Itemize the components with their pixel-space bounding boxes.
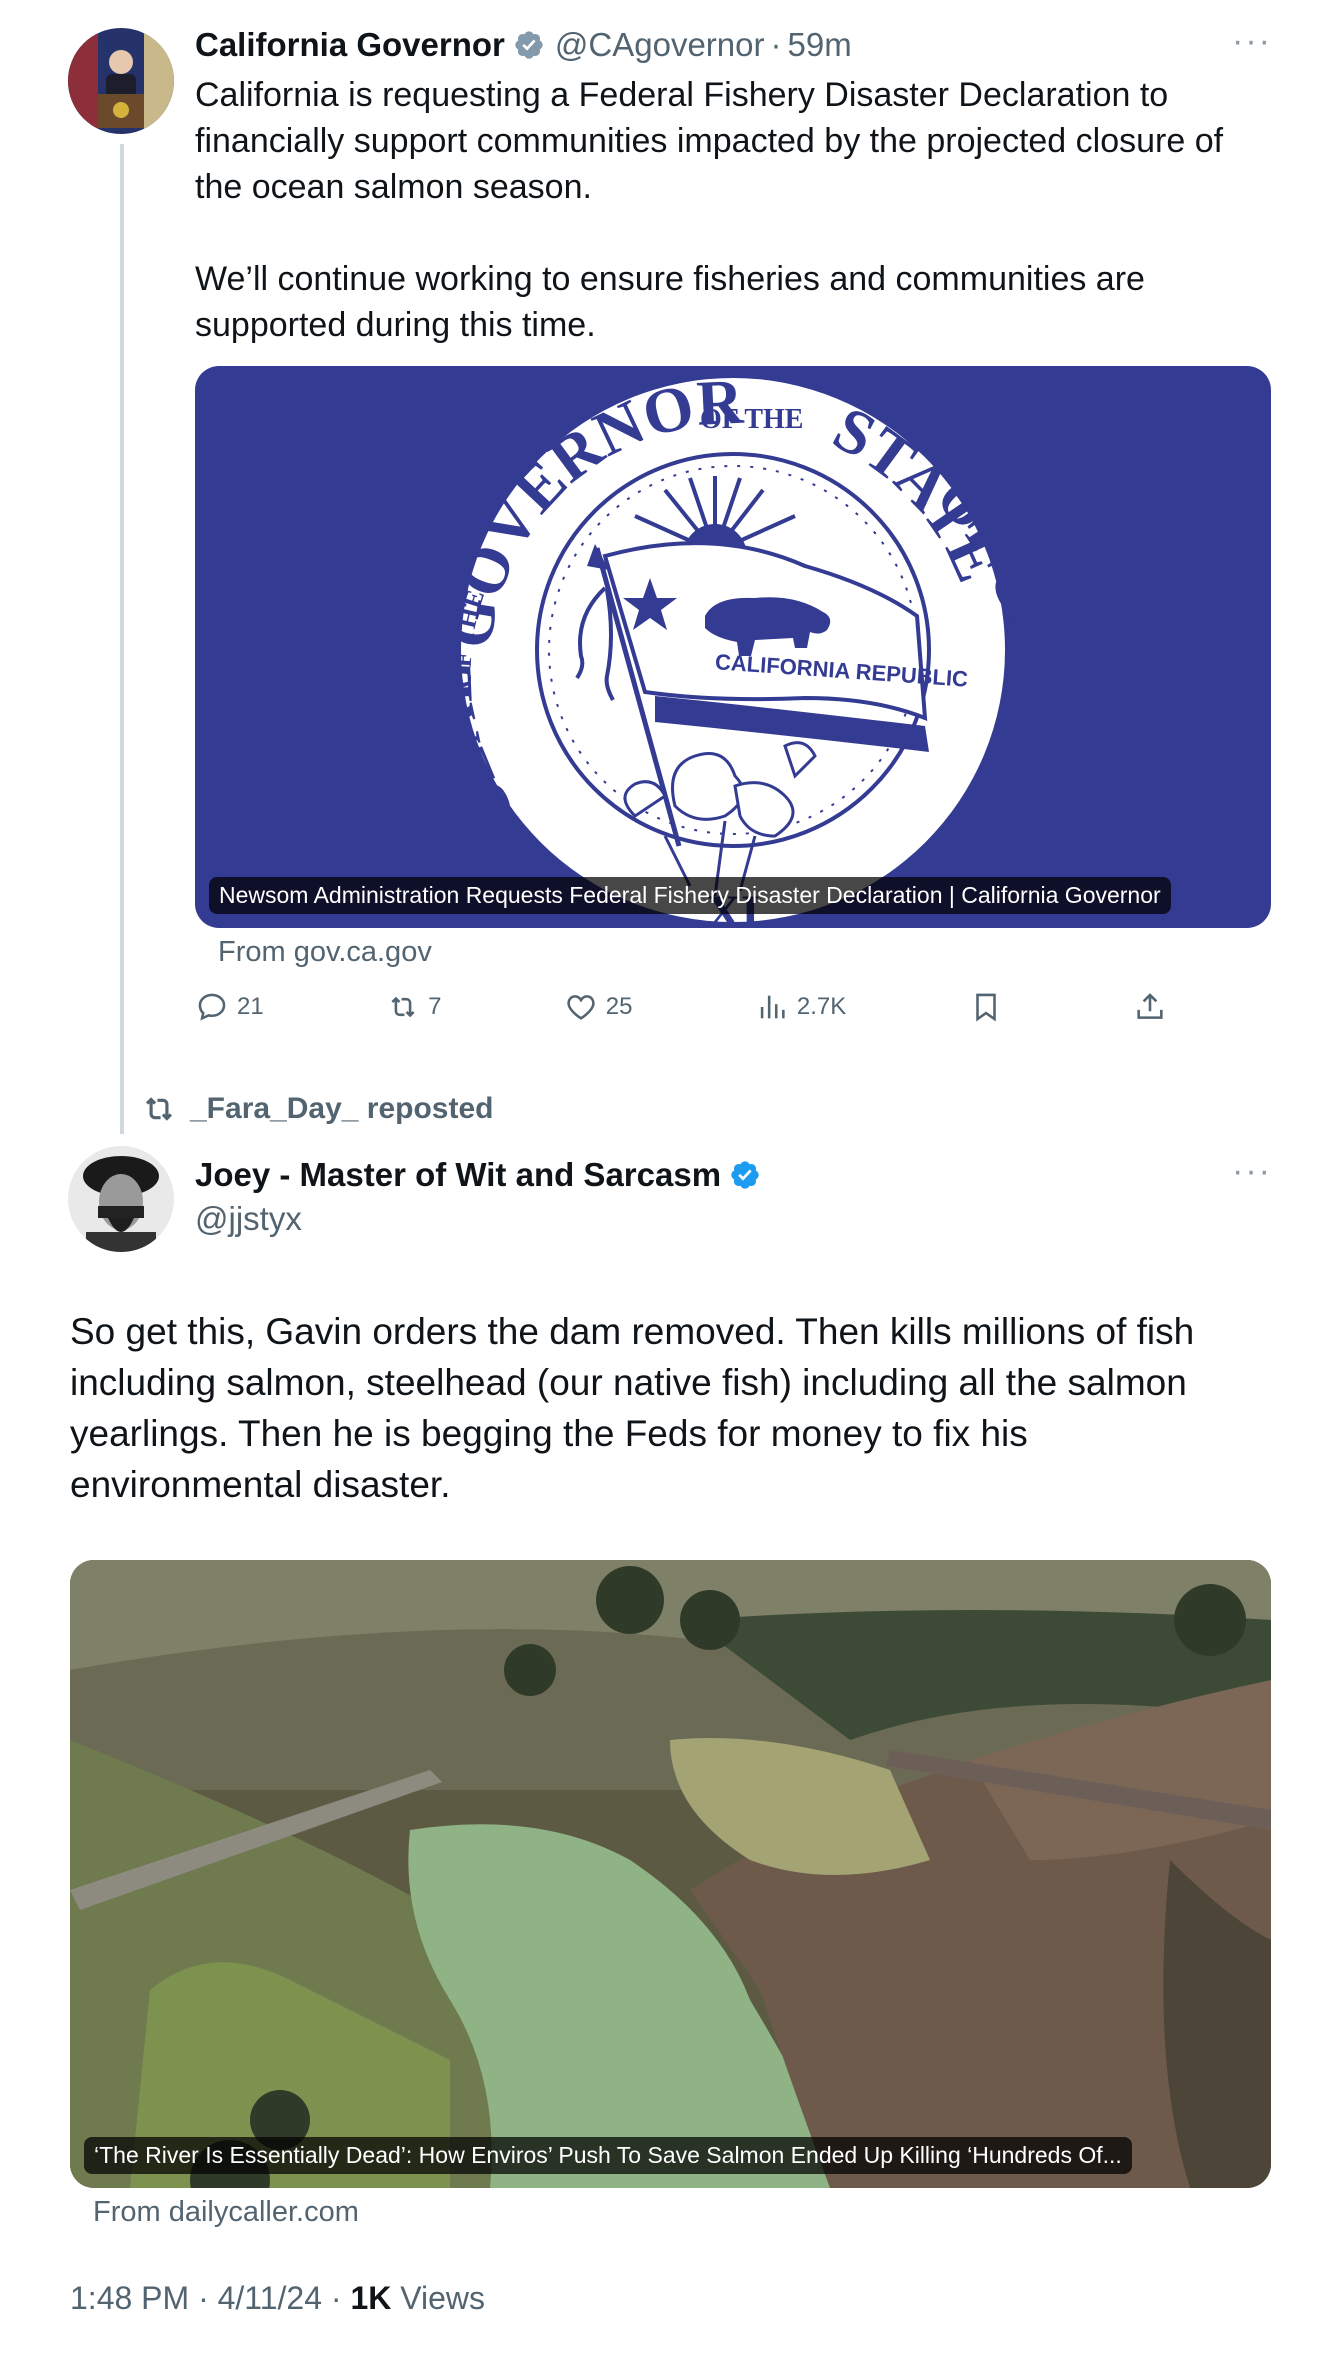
heart-icon: [567, 995, 595, 1020]
views-count: 2.7K: [796, 993, 847, 1020]
dailycaller-link-card[interactable]: ‘The River Is Essentially Dead’: How Env…: [70, 1560, 1271, 2188]
seal-text-of-the-top: OF THE: [700, 404, 803, 435]
main-author-name[interactable]: Joey - Master of Wit and Sarcasm: [195, 1156, 721, 1194]
share-button[interactable]: [1133, 990, 1175, 1024]
quoted-paragraph-1: California is requesting a Federal Fishe…: [195, 76, 1224, 206]
bookmark-button[interactable]: [969, 990, 1011, 1024]
repost-attribution[interactable]: _Fara_Day_ reposted: [140, 1090, 494, 1128]
main-author-handle[interactable]: @jjstyx: [195, 1200, 302, 1238]
verified-gray-icon: [515, 31, 543, 59]
repost-attribution-text: _Fara_Day_ reposted: [190, 1092, 494, 1125]
like-button[interactable]: 25: [564, 990, 633, 1024]
dailycaller-card-caption: ‘The River Is Essentially Dead’: How Env…: [84, 2137, 1132, 2174]
quoted-more-icon[interactable]: ···: [1232, 22, 1272, 61]
quoted-post-text: California is requesting a Federal Fishe…: [195, 72, 1275, 348]
california-seal-image: GOVERNOR OF THE STATE OF CALIFORNIA SEAL…: [195, 366, 1065, 928]
repost-icon: [146, 1097, 172, 1121]
views-button[interactable]: 2.7K: [755, 990, 846, 1024]
svg-text:OF THE: OF THE: [700, 404, 803, 435]
post-time[interactable]: 1:48 PM: [70, 2280, 189, 2316]
repost-count: 7: [428, 993, 442, 1020]
views-bar-chart-icon: [760, 995, 785, 1019]
joey-avatar[interactable]: [68, 1146, 174, 1252]
meta-dot-1: ·: [198, 2280, 209, 2316]
quoted-author-name[interactable]: California Governor: [195, 26, 505, 64]
quoted-paragraph-2: We’ll continue working to ensure fisheri…: [195, 260, 1145, 344]
views-total: 1K: [350, 2280, 392, 2316]
verified-blue-icon: [731, 1161, 759, 1189]
views-label: Views: [400, 2280, 486, 2316]
main-author-row: Joey - Master of Wit and Sarcasm: [195, 1156, 761, 1194]
quoted-author-handle[interactable]: @CAgovernor: [555, 26, 765, 64]
dailycaller-card-source[interactable]: From dailycaller.com: [93, 2196, 359, 2229]
quoted-author-row: California Governor @CAgovernor · 59m: [195, 26, 852, 64]
repost-button[interactable]: 7: [386, 990, 441, 1024]
post-meta: 1:48 PM · 4/11/24 · 1K Views: [70, 2280, 485, 2317]
gov-card-caption: Newsom Administration Requests Federal F…: [209, 877, 1171, 914]
gov-link-card[interactable]: GOVERNOR OF THE STATE OF CALIFORNIA SEAL…: [195, 366, 1271, 928]
reply-count: 21: [237, 993, 264, 1020]
post-date[interactable]: 4/11/24: [218, 2280, 322, 2316]
quoted-action-bar: 21 7 25 2.7K: [195, 990, 1175, 1024]
thread-line: [120, 144, 124, 1134]
repost-icon: [391, 996, 415, 1018]
meta-dot-2: ·: [330, 2280, 342, 2316]
reply-icon: [198, 993, 226, 1021]
main-more-icon[interactable]: ···: [1232, 1152, 1272, 1191]
like-count: 25: [605, 993, 633, 1020]
share-upload-icon: [1137, 993, 1163, 1019]
main-post-text: So get this, Gavin orders the dam remove…: [70, 1311, 1195, 1505]
bookmark-icon: [975, 993, 996, 1022]
gov-card-source[interactable]: From gov.ca.gov: [218, 936, 432, 969]
ca-governor-avatar[interactable]: [68, 28, 174, 134]
quoted-post-time[interactable]: 59m: [787, 26, 851, 64]
separator-dot: ·: [770, 26, 782, 63]
river-aerial-photo: [70, 1560, 1271, 2188]
reply-button[interactable]: 21: [195, 990, 264, 1024]
